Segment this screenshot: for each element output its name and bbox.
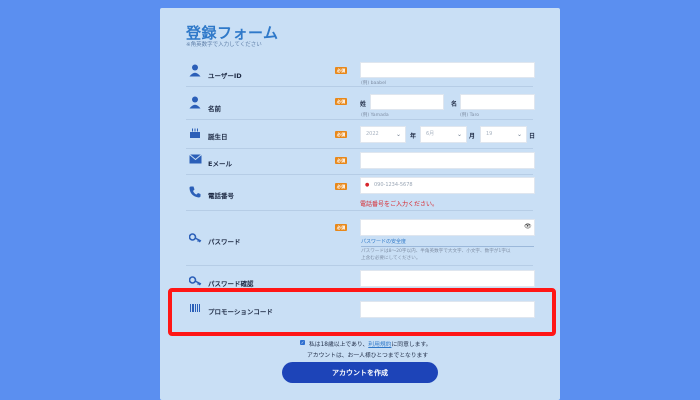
phone-label: 電話番号 (208, 192, 234, 200)
email-input[interactable] (360, 152, 535, 169)
chevron-down-icon: ⌄ (516, 131, 522, 138)
password-rules-line1: パスワードは8〜20字以内、半角英数字で大文字、小文字、数字が1字以 (361, 249, 511, 254)
page-subtitle: ※角英数字で入力してください (186, 42, 262, 48)
password-confirm-input[interactable] (360, 270, 535, 287)
divider (186, 86, 533, 87)
cake-icon (190, 128, 200, 138)
required-badge: 必須 (335, 67, 347, 74)
last-name-input[interactable] (370, 94, 444, 110)
birth-day-value: 19 (486, 131, 493, 137)
birth-year-value: 2022 (366, 131, 379, 137)
divider (186, 265, 533, 266)
first-name-hint: (例) Taro (460, 113, 480, 118)
agreement-text: 私は18歳以上であり、利用規約に同意します。 (309, 339, 431, 348)
last-name-hint: (例) Yamada (361, 113, 389, 118)
year-unit: 年 (410, 133, 417, 140)
email-label: Eメール (208, 160, 232, 168)
first-name-label: 名 (451, 101, 458, 108)
phone-icon (189, 186, 201, 198)
required-badge: 必須 (335, 131, 347, 138)
flag-icon: ● (365, 182, 370, 188)
required-badge: 必須 (335, 183, 347, 190)
divider (186, 148, 533, 149)
chevron-down-icon: ⌄ (395, 131, 401, 138)
user-id-label: ユーザーID (208, 72, 242, 80)
person-icon (189, 64, 201, 77)
account-note: アカウントは、お一人様ひとつまでとなります (307, 353, 429, 359)
required-badge: 必須 (335, 157, 347, 164)
phone-input[interactable]: ● 090-1234-5678 (360, 177, 535, 194)
agree-checkbox[interactable]: ✓ (300, 340, 305, 345)
name-label: 名前 (208, 105, 221, 113)
password-strength-bar (361, 246, 534, 247)
birth-month-select[interactable]: 6月 ⌄ (420, 126, 467, 143)
password-confirm-label: パスワード確認 (208, 280, 254, 288)
divider (186, 119, 533, 120)
eye-icon[interactable]: 👁 (524, 223, 532, 230)
required-badge: 必須 (335, 98, 347, 105)
key-icon (189, 276, 202, 286)
highlight-box (168, 288, 556, 336)
birth-year-select[interactable]: 2022 ⌄ (360, 126, 406, 143)
terms-link[interactable]: 利用規約 (368, 342, 391, 348)
month-unit: 月 (469, 133, 476, 140)
agreement-suffix: に同意します。 (391, 342, 432, 348)
divider (186, 210, 533, 211)
day-unit: 日 (529, 133, 536, 140)
key-icon (189, 233, 202, 243)
phone-placeholder: 090-1234-5678 (373, 182, 413, 188)
password-label: パスワード (208, 238, 241, 246)
password-rules-line2: 上含む必要にしてください。 (361, 256, 421, 261)
agreement-prefix: 私は18歳以上であり、 (309, 342, 369, 348)
birth-day-select[interactable]: 19 ⌄ (480, 126, 527, 143)
divider (186, 174, 533, 175)
birth-month-value: 6月 (426, 131, 435, 137)
password-input[interactable] (360, 219, 535, 236)
required-badge: 必須 (335, 224, 347, 231)
user-id-input[interactable] (360, 62, 535, 78)
last-name-label: 姓 (360, 101, 367, 108)
password-strength-label: パスワードの安全度 (361, 239, 407, 245)
first-name-input[interactable] (460, 94, 535, 110)
birthday-label: 誕生日 (208, 133, 228, 141)
chevron-down-icon: ⌄ (456, 131, 462, 138)
person-icon (189, 96, 201, 109)
mail-icon (189, 154, 202, 164)
create-account-button[interactable]: アカウントを作成 (282, 362, 438, 383)
phone-error-message: 電話番号をご入力ください。 (360, 201, 439, 208)
